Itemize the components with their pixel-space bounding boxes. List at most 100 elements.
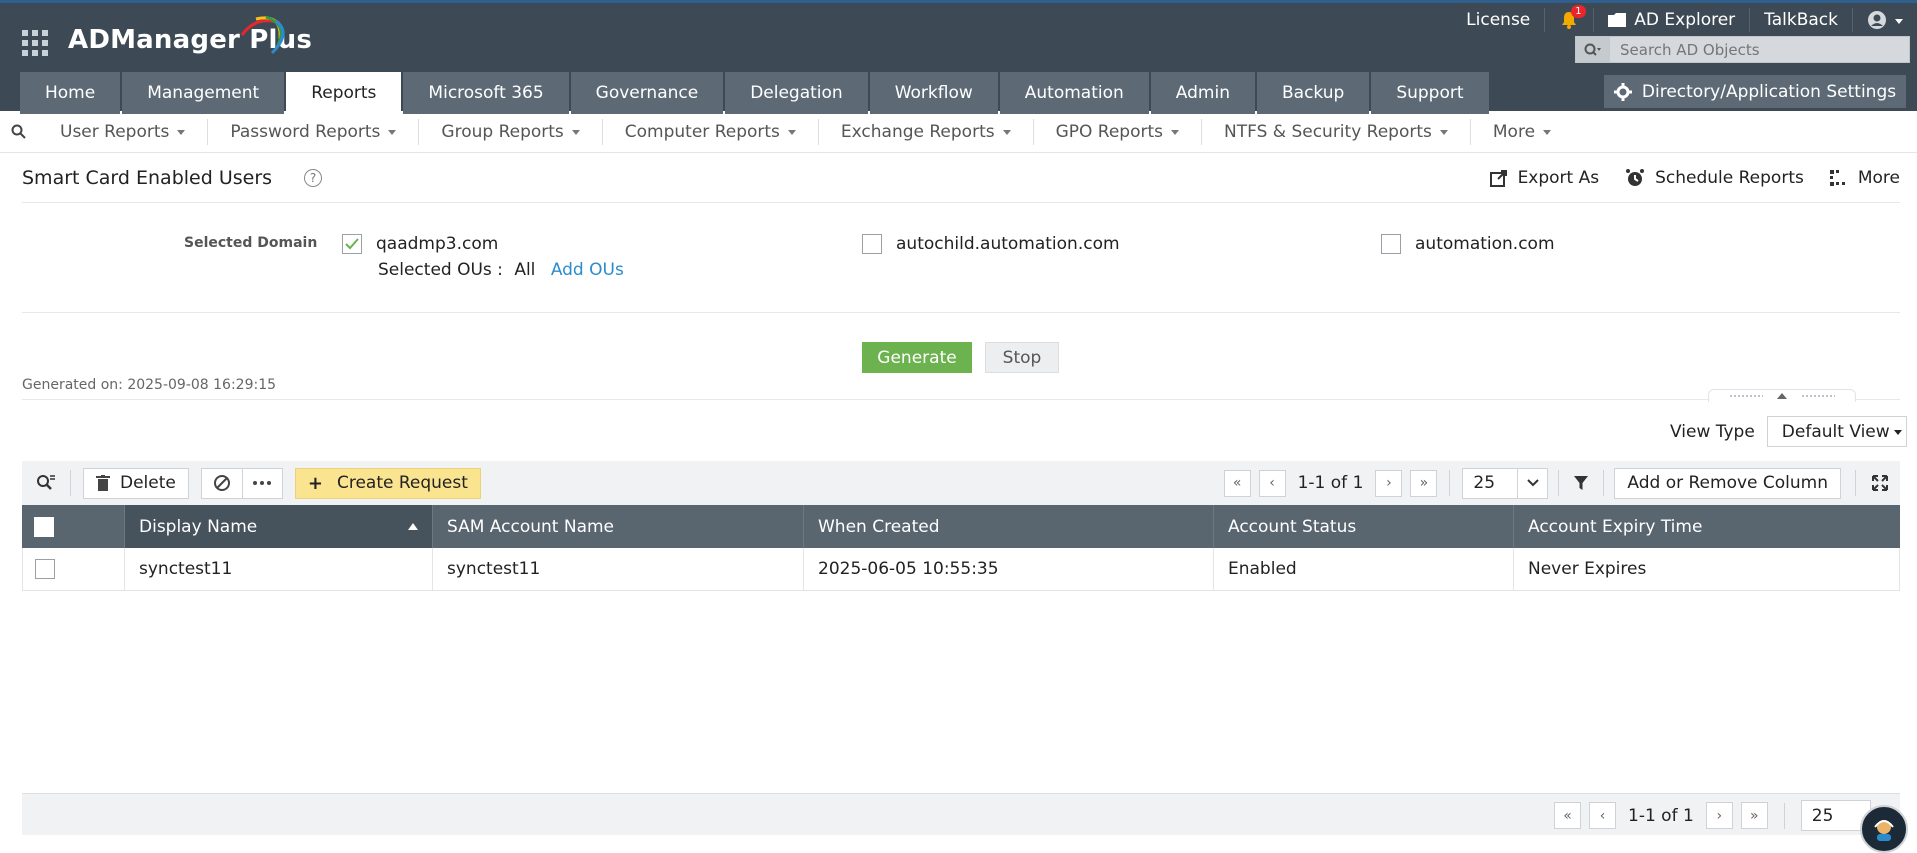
export-as-label: Export As [1517,167,1600,188]
collapse-panel-handle[interactable] [1708,389,1856,402]
chevron-down-icon [787,130,796,135]
prev-page-icon[interactable]: ‹ [1589,802,1616,829]
search-input[interactable] [1610,40,1909,59]
add-remove-column-button[interactable]: Add or Remove Column [1614,467,1841,499]
license-link[interactable]: License [1452,8,1546,32]
subnav-ntfs-security-reports[interactable]: NTFS & Security Reports [1202,118,1471,145]
subnav-gpo-reports[interactable]: GPO Reports [1034,118,1203,145]
generate-button[interactable]: Generate [862,342,972,373]
column-display-name[interactable]: Display Name [125,505,433,548]
page-size-value: 25 [1473,473,1496,493]
report-actions: Export As Schedule Reports More [1489,167,1900,188]
help-icon[interactable]: ? [304,168,323,187]
tab-workflow[interactable]: Workflow [869,72,998,114]
column-account-status[interactable]: Account Status [1214,505,1514,548]
page-size-select[interactable]: 25 [1462,467,1549,499]
view-type-value: Default View [1781,421,1890,442]
chevron-down-icon [1517,468,1547,498]
page-info: 1-1 of 1 [1297,473,1364,493]
export-as-button[interactable]: Export As [1489,167,1600,188]
domain-checkbox[interactable] [862,234,882,254]
subnav-password-reports[interactable]: Password Reports [208,118,420,145]
last-page-icon[interactable]: » [1740,802,1768,829]
row-checkbox[interactable] [35,559,55,579]
add-ous-link[interactable]: Add OUs [551,260,624,280]
report-table: Display Name SAM Account Name When Creat… [22,505,1900,591]
subnav-user-reports[interactable]: User Reports [38,118,209,145]
chevron-down-icon [1439,130,1448,135]
chevron-down-icon [388,130,397,135]
table-toolbar: Delete + Create Request « ‹ 1-1 of 1 › »… [22,461,1900,505]
report-search-icon[interactable] [0,124,38,140]
create-request-button[interactable]: + Create Request [294,467,481,499]
next-page-icon[interactable]: › [1375,469,1403,497]
tab-admin[interactable]: Admin [1150,72,1255,114]
subnav-label: Password Reports [230,121,381,142]
domain-name: autochild.automation.com [896,234,1120,254]
tab-management[interactable]: Management [122,72,285,114]
table-search-icon[interactable] [22,474,70,492]
domain-option[interactable]: qaadmp3.com [342,234,498,254]
subnav-computer-reports[interactable]: Computer Reports [603,118,819,145]
column-sam-account-name[interactable]: SAM Account Name [433,505,804,548]
stop-button[interactable]: Stop [985,342,1059,373]
more-options-icon[interactable] [241,468,282,498]
domain-checkbox[interactable] [1381,234,1401,254]
subnav-label: Computer Reports [624,121,780,142]
last-page-icon[interactable]: » [1410,469,1438,497]
select-all-checkbox[interactable] [34,516,54,537]
domain-checkbox[interactable] [342,234,362,254]
table-row[interactable]: synctest11 synctest11 2025-06-05 10:55:3… [22,548,1900,591]
tab-support[interactable]: Support [1371,72,1489,114]
tab-reports[interactable]: Reports [286,72,402,114]
tab-governance[interactable]: Governance [570,72,724,114]
first-page-icon[interactable]: « [1554,802,1581,829]
chatbot-icon[interactable] [1860,805,1908,853]
subnav-label: Exchange Reports [840,121,995,142]
main-tabs: Home Management Reports Microsoft 365 Go… [20,72,1491,114]
tab-automation[interactable]: Automation [999,72,1149,114]
report-title-bar: Smart Card Enabled Users ? Export As Sch… [22,153,1900,203]
chevron-down-icon [1543,130,1552,135]
domain-option[interactable]: autochild.automation.com [862,234,1120,254]
next-page-icon[interactable]: › [1705,802,1733,829]
expand-icon[interactable] [1860,475,1900,491]
schedule-reports-button[interactable]: Schedule Reports [1625,168,1804,188]
tab-delegation[interactable]: Delegation [725,72,868,114]
first-page-icon[interactable]: « [1223,469,1251,497]
chevron-down-icon [571,130,580,135]
subnav-group-reports[interactable]: Group Reports [419,118,603,145]
bell-icon: 1 [1559,5,1586,30]
subnav-more[interactable]: More [1471,119,1573,145]
page-info: 1-1 of 1 [1628,805,1694,826]
disable-icon[interactable] [202,469,242,498]
ad-explorer-link[interactable]: AD Explorer [1594,8,1751,32]
delete-button[interactable]: Delete [83,467,189,499]
subnav-label: GPO Reports [1055,121,1164,142]
chevron-down-icon [1002,130,1011,135]
tab-microsoft-365[interactable]: Microsoft 365 [403,72,569,114]
tab-backup[interactable]: Backup [1256,72,1370,114]
search-icon[interactable] [1576,37,1610,62]
talkback-link[interactable]: TalkBack [1750,8,1853,32]
user-menu[interactable] [1853,8,1917,32]
prev-page-icon[interactable]: ‹ [1258,469,1286,497]
notifications-button[interactable]: 1 [1545,5,1595,32]
filter-icon[interactable] [1569,476,1593,490]
view-type-select[interactable]: Default View [1766,416,1907,447]
plus-icon: + [307,472,323,494]
selected-ous-label: Selected OUs : [378,260,503,280]
subnav-exchange-reports[interactable]: Exchange Reports [819,118,1034,145]
app-grid-icon[interactable] [22,30,48,56]
more-actions-button[interactable]: More [1829,168,1900,188]
column-account-expiry-time[interactable]: Account Expiry Time [1514,505,1900,548]
domain-option[interactable]: automation.com [1381,234,1555,254]
subnav-label: Group Reports [441,121,564,142]
view-type-label: View Type [1670,421,1755,442]
column-when-created[interactable]: When Created [804,505,1214,548]
toolbar-icon-group [200,467,283,499]
directory-settings-button[interactable]: Directory/Application Settings [1604,75,1906,108]
chevron-down-icon [1171,130,1180,135]
chevron-down-icon [1893,430,1902,435]
tab-home[interactable]: Home [20,72,121,114]
